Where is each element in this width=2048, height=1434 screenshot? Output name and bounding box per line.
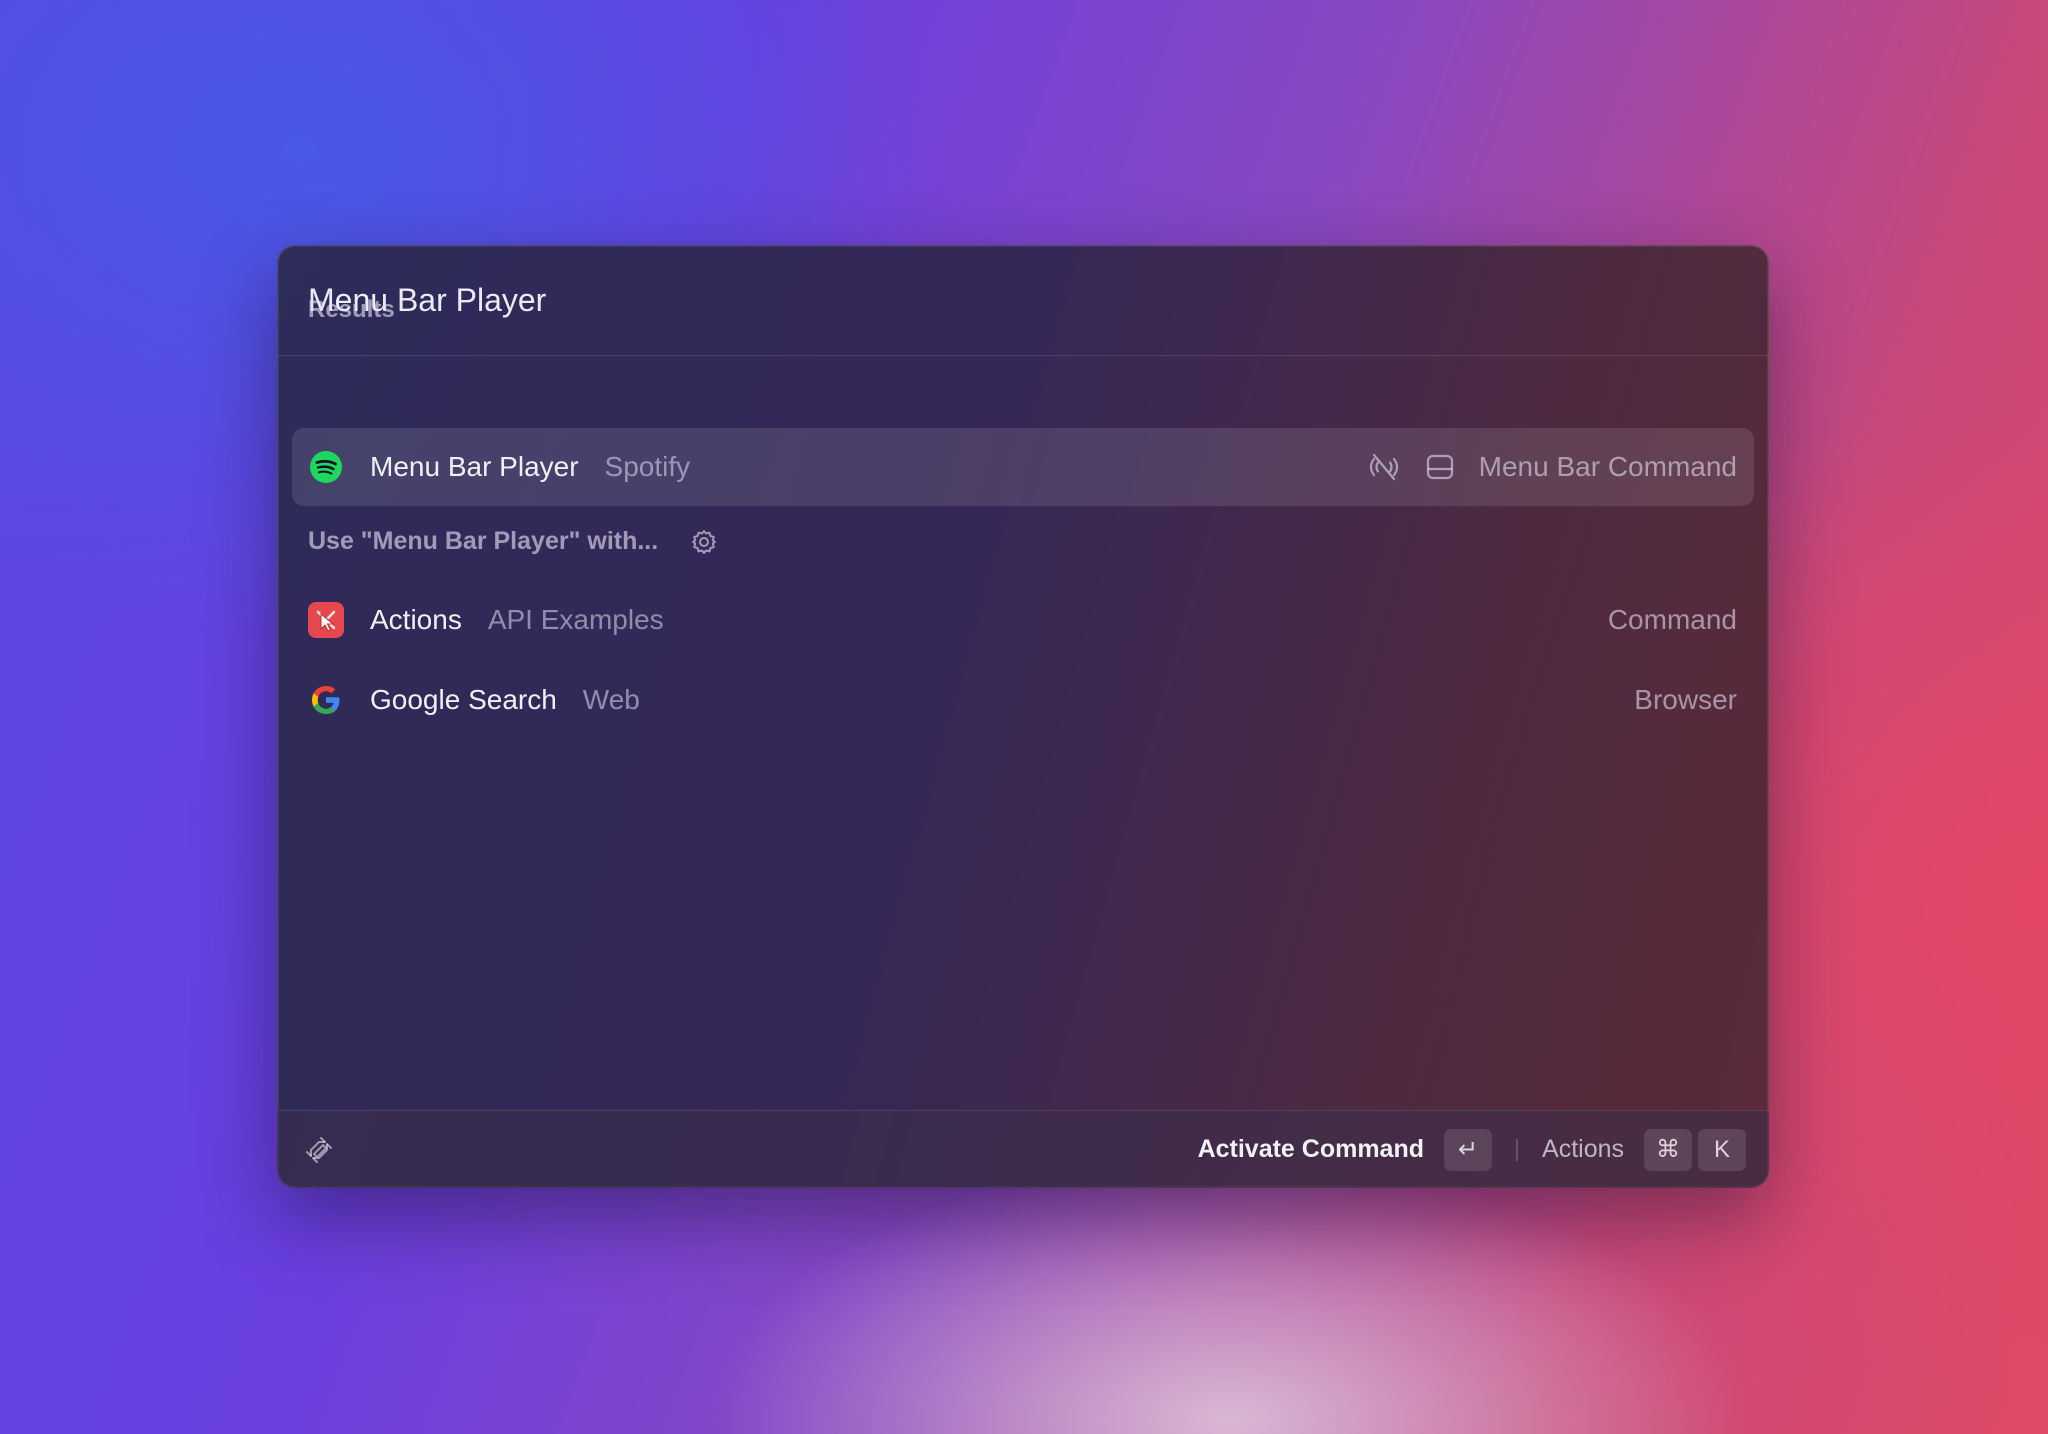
- k-key-hint: K: [1698, 1128, 1746, 1171]
- result-subtitle: Spotify: [604, 451, 691, 482]
- gear-icon[interactable]: [690, 528, 718, 556]
- use-with-title: Use "Menu Bar Player" with...: [308, 527, 659, 555]
- use-with-item-accessory: Command: [1607, 604, 1737, 635]
- raycast-logo-icon[interactable]: [301, 1132, 337, 1168]
- result-item-menu-bar-player[interactable]: Menu Bar Player Spotify Menu Bar Command: [292, 428, 1754, 506]
- use-with-item-subtitle: API Examples: [487, 604, 664, 635]
- use-with-item-title: Actions: [370, 604, 462, 635]
- action-bar: Activate Command ↵ Actions ⌘ K: [277, 1110, 1769, 1188]
- menu-bar-icon: [1423, 450, 1457, 484]
- use-with-item-accessory: Browser: [1634, 684, 1737, 715]
- command-key-hint: ⌘: [1644, 1128, 1692, 1171]
- google-icon: [308, 682, 344, 718]
- actions-icon: [308, 602, 344, 638]
- return-key-hint: ↵: [1444, 1128, 1493, 1171]
- command-palette-window: Menu Bar Player Results Menu Bar Player …: [277, 245, 1769, 1188]
- actions-button[interactable]: Actions: [1542, 1135, 1624, 1164]
- activate-command-button[interactable]: Activate Command: [1198, 1135, 1424, 1164]
- use-with-item-actions[interactable]: Actions API Examples Command: [292, 581, 1754, 659]
- use-with-item-google-search[interactable]: Google Search Web Browser: [292, 661, 1754, 739]
- footer-divider: [1516, 1138, 1519, 1161]
- use-with-section: Use "Menu Bar Player" with...: [308, 527, 718, 556]
- spotify-icon: [308, 449, 344, 485]
- result-accessory: Menu Bar Command: [1478, 451, 1737, 482]
- search-bar[interactable]: Menu Bar Player: [277, 245, 1769, 356]
- use-with-item-subtitle: Web: [582, 684, 640, 715]
- use-with-item-title: Google Search: [370, 684, 557, 715]
- result-title: Menu Bar Player: [370, 451, 579, 482]
- no-signal-icon: [1367, 450, 1401, 484]
- results-section-title: Results: [308, 296, 395, 323]
